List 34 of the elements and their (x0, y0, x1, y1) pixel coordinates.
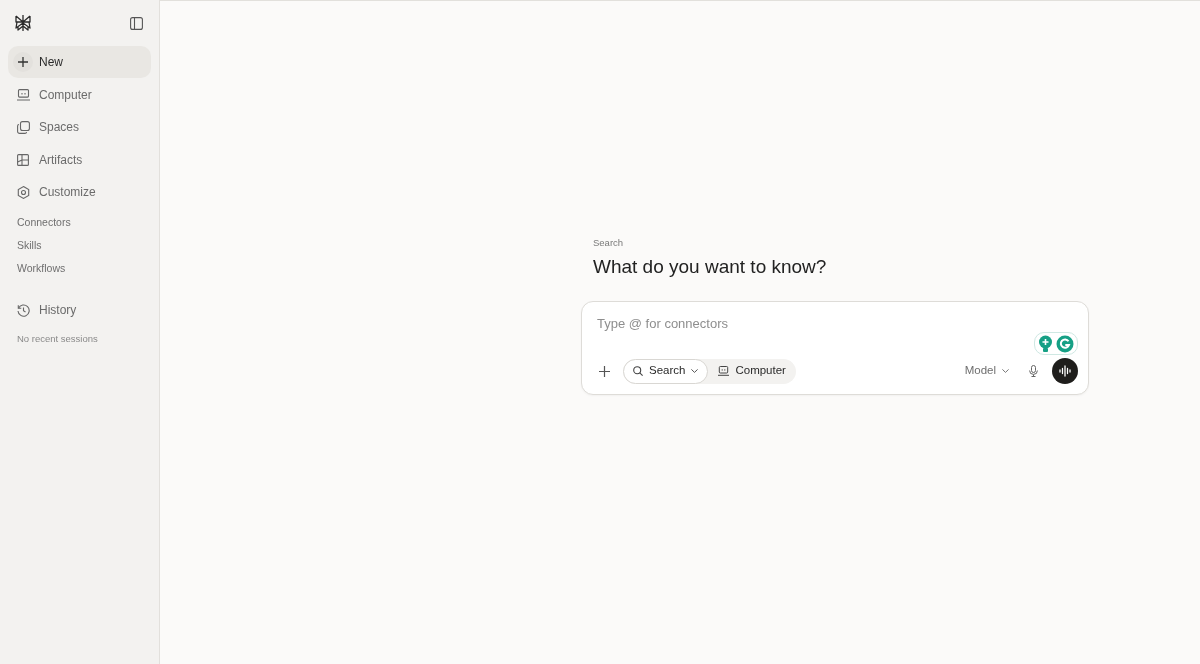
prompt-input[interactable]: Type @ for connectors (592, 313, 1012, 333)
nav-item[interactable]: Computer (8, 78, 151, 111)
plus-icon (598, 365, 610, 377)
waveform-icon (1059, 365, 1071, 377)
nav-item[interactable]: New (8, 46, 151, 78)
mode-toggle[interactable]: Search (623, 358, 709, 384)
nav-subitem[interactable]: Skills (17, 237, 42, 253)
layout-grid-icon (17, 153, 29, 166)
laptop-icon (16, 88, 30, 101)
chevron-down-icon (1002, 369, 1009, 373)
history-item[interactable]: History (8, 298, 77, 322)
logo-icon[interactable] (14, 14, 32, 32)
history-icon (17, 303, 30, 317)
microphone-icon (1028, 365, 1038, 377)
nav-item[interactable]: Customize (8, 176, 151, 208)
g-badge-icon (1056, 334, 1074, 353)
nav-item[interactable]: Spaces (8, 111, 151, 143)
nav-item[interactable]: Artifacts (8, 143, 151, 176)
section-label: Search (592, 237, 625, 249)
empty-history-text: No recent sessions (16, 332, 98, 346)
chevron-down-icon (691, 369, 699, 373)
hexagon-icon (16, 185, 30, 199)
search-icon (633, 366, 643, 376)
mode-toggle[interactable]: Computer (708, 358, 796, 384)
model-dropdown[interactable]: Model (960, 359, 1013, 383)
laptop-icon (718, 366, 730, 376)
heading: What do you want to know? (592, 255, 828, 279)
sidebar-toggle-icon[interactable] (130, 16, 143, 30)
nav-subitem[interactable]: Connectors (17, 214, 71, 230)
voice-button[interactable] (1052, 358, 1078, 384)
stacked-squares-icon (16, 120, 30, 134)
nav-subitem[interactable]: Workflows (17, 260, 66, 276)
bulb-icon (1038, 334, 1053, 353)
plus-icon (13, 52, 33, 72)
